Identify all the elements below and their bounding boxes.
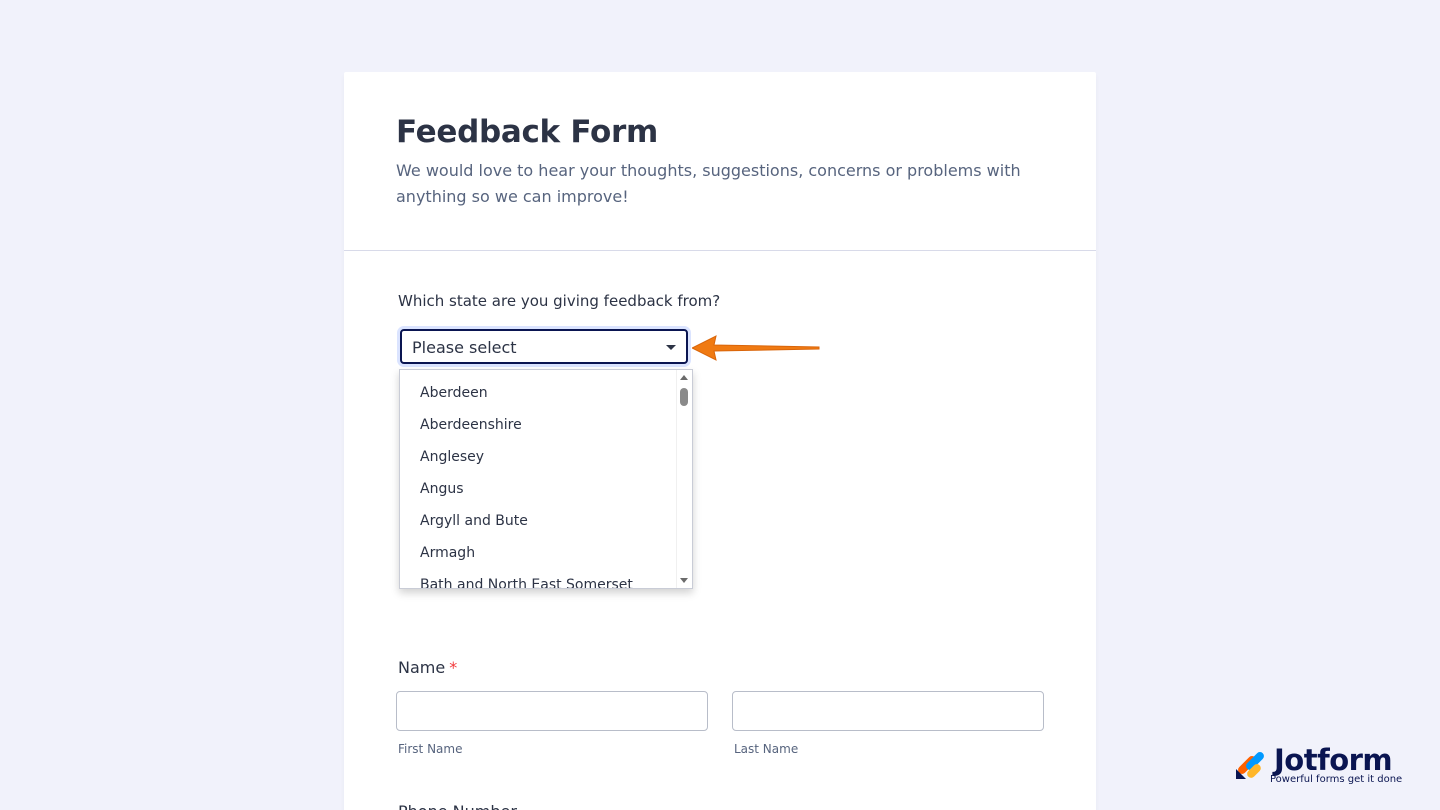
jotform-branding[interactable]: Jotform Powerful forms get it done: [1234, 743, 1414, 791]
state-option[interactable]: Bath and North East Somerset: [400, 569, 678, 588]
caret-down-icon: [666, 345, 676, 350]
state-option[interactable]: Aberdeen: [400, 377, 678, 409]
state-options: Aberdeen Aberdeenshire Anglesey Angus Ar…: [400, 370, 678, 588]
state-question-label: Which state are you giving feedback from…: [398, 292, 721, 310]
state-option[interactable]: Armagh: [400, 537, 678, 569]
form-subtitle: We would love to hear your thoughts, sug…: [396, 161, 1021, 206]
phone-question-label: Phone Number: [398, 802, 517, 810]
state-select-value: Please select: [412, 338, 517, 357]
state-dropdown-list[interactable]: Aberdeen Aberdeenshire Anglesey Angus Ar…: [399, 369, 693, 589]
state-option[interactable]: Argyll and Bute: [400, 505, 678, 537]
form-title: Feedback Form: [396, 114, 658, 150]
pointer-arrow-icon: [692, 335, 820, 361]
required-marker: *: [449, 658, 458, 677]
dropdown-scrollbar[interactable]: [676, 370, 692, 588]
jotform-logo-icon: [1236, 752, 1264, 779]
brand-name: Jotform: [1274, 743, 1393, 777]
scrollbar-thumb[interactable]: [680, 388, 688, 406]
brand-tagline: Powerful forms get it done: [1270, 774, 1403, 785]
form-header: Feedback Form We would love to hear your…: [344, 72, 1096, 251]
first-name-sublabel: First Name: [398, 742, 463, 756]
scroll-up-icon[interactable]: [680, 375, 688, 380]
state-select[interactable]: Please select: [400, 329, 688, 364]
scroll-down-icon[interactable]: [680, 578, 688, 583]
last-name-sublabel: Last Name: [734, 742, 799, 756]
state-option[interactable]: Anglesey: [400, 441, 678, 473]
name-question-label: Name *: [398, 658, 457, 677]
form-card: Feedback Form We would love to hear your…: [344, 72, 1096, 810]
state-option[interactable]: Angus: [400, 473, 678, 505]
page: Feedback Form We would love to hear your…: [0, 0, 1440, 810]
first-name-input[interactable]: [396, 691, 708, 731]
state-option[interactable]: Aberdeenshire: [400, 409, 678, 441]
last-name-input[interactable]: [732, 691, 1044, 731]
name-label-text: Name: [398, 658, 446, 677]
